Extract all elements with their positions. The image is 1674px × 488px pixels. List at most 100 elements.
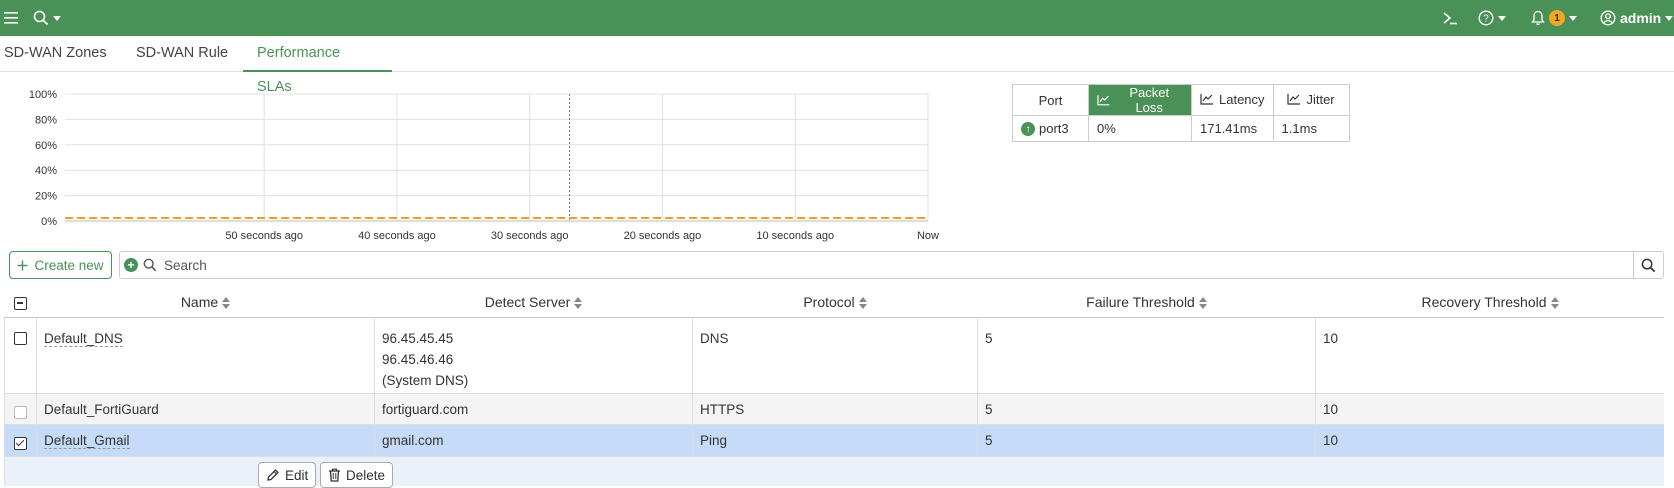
detect-server-cell: fortiguard.com xyxy=(374,392,693,425)
sla-name: Default_FortiGuard xyxy=(44,401,159,417)
tab-sd-wan-rule[interactable]: SD-WAN Rule xyxy=(132,36,232,72)
sort-icon xyxy=(858,297,867,310)
sla-name-link[interactable]: Default_DNS xyxy=(44,330,123,347)
line-chart-icon xyxy=(1097,95,1110,106)
y-tick-label: 40% xyxy=(35,165,57,177)
table-row[interactable]: Default_Gmail gmail.com Ping 5 10 xyxy=(4,423,1664,457)
column-label: Protocol xyxy=(803,293,855,310)
search-button[interactable] xyxy=(1633,251,1664,279)
protocol-cell: HTTPS xyxy=(692,392,978,425)
jitter-label: Jitter xyxy=(1306,91,1335,107)
column-header-failure-threshold[interactable]: Failure Threshold xyxy=(977,287,1316,318)
protocol-cell: DNS xyxy=(692,316,978,394)
table-row[interactable]: Default_FortiGuard fortiguard.com HTTPS … xyxy=(4,392,1664,425)
y-tick-label: 100% xyxy=(29,89,57,101)
column-label: Recovery Threshold xyxy=(1421,293,1547,310)
help-menu-button[interactable]: ? xyxy=(1478,0,1506,36)
sla-summary-table: Port Packet Loss Latency Jitter ↑ port3 0… xyxy=(1012,84,1350,142)
performance-chart: 100% 80% 60% 40% 20% 0% 50 seconds ago 40 secon… xyxy=(29,89,939,242)
sla-row: ↑ port3 0% 171.41ms 1.1ms xyxy=(1012,115,1350,142)
latency-tab[interactable]: Latency xyxy=(1191,84,1274,116)
arrow-up-icon: ↑ xyxy=(1021,122,1035,137)
column-header-protocol[interactable]: Protocol xyxy=(692,287,978,318)
user-menu-button[interactable]: admin xyxy=(1600,0,1674,36)
detect-server-note: (System DNS) xyxy=(382,372,469,388)
pencil-icon xyxy=(267,469,279,481)
x-tick-label: 30 seconds ago xyxy=(491,230,569,242)
y-tick-label: 60% xyxy=(35,140,57,152)
user-circle-icon xyxy=(1600,10,1616,26)
column-label: Name xyxy=(180,293,219,310)
name-cell: Default_Gmail xyxy=(36,423,375,457)
search-menu-button[interactable] xyxy=(33,0,61,36)
packet-loss-tab[interactable]: Packet Loss xyxy=(1088,84,1192,116)
row-select-cell xyxy=(4,392,37,425)
row-actions-bar xyxy=(4,455,1664,486)
row-checkbox[interactable] xyxy=(14,406,27,420)
port-cell: ↑ port3 xyxy=(1012,115,1089,142)
tab-performance-slas[interactable]: Performance SLAs xyxy=(243,36,392,95)
failure-threshold-cell: 5 xyxy=(977,316,1316,394)
table-row[interactable]: Default_DNS 96.45.45.45 96.45.46.46 (Sys… xyxy=(4,316,1664,394)
name-cell: Default_DNS xyxy=(36,316,375,394)
row-checkbox[interactable] xyxy=(14,332,27,346)
tab-bar: SD-WAN Zones SD-WAN Rule Performance SLA… xyxy=(0,36,1674,95)
hamburger-icon xyxy=(4,12,18,24)
top-bar: ? 1 admin xyxy=(0,0,1674,36)
row-select-cell xyxy=(4,316,37,394)
search-input[interactable] xyxy=(162,256,1562,274)
sort-icon xyxy=(574,297,583,310)
select-all-checkbox[interactable] xyxy=(14,296,27,310)
delete-button[interactable]: Delete xyxy=(320,462,394,488)
notification-count-badge: 1 xyxy=(1549,10,1565,26)
port-header: Port xyxy=(1012,84,1089,116)
chevron-down-icon xyxy=(1665,15,1674,21)
menu-button[interactable] xyxy=(4,0,18,36)
row-checkbox[interactable] xyxy=(14,437,27,451)
bell-icon xyxy=(1531,10,1545,26)
create-new-label: Create new xyxy=(34,257,104,273)
search-icon xyxy=(1641,258,1656,272)
edit-button[interactable]: Edit xyxy=(258,462,317,488)
chevron-down-icon xyxy=(1498,15,1506,21)
svg-text:?: ? xyxy=(1483,14,1489,25)
jitter-tab[interactable]: Jitter xyxy=(1272,84,1350,116)
sla-name-link[interactable]: Default_Gmail xyxy=(44,432,130,449)
chevron-down-icon xyxy=(53,15,61,21)
line-chart-icon xyxy=(1200,94,1213,105)
column-label: Detect Server xyxy=(484,293,571,310)
plus-icon xyxy=(17,260,28,270)
packet-loss-value: 0% xyxy=(1088,115,1192,142)
name-cell: Default_FortiGuard xyxy=(36,392,375,425)
column-header-name[interactable]: Name xyxy=(36,287,375,318)
recovery-threshold-cell: 10 xyxy=(1315,316,1664,394)
failure-threshold-cell: 5 xyxy=(977,392,1316,425)
latency-label: Latency xyxy=(1219,91,1265,107)
column-header-detect-server[interactable]: Detect Server xyxy=(374,287,693,318)
tab-sd-wan-zones[interactable]: SD-WAN Zones xyxy=(0,36,111,72)
delete-label: Delete xyxy=(346,467,386,483)
select-all-cell xyxy=(4,287,37,318)
create-new-button[interactable]: Create new xyxy=(9,251,112,279)
cli-console-button[interactable] xyxy=(1442,0,1458,36)
search-icon xyxy=(33,10,49,26)
recovery-threshold-cell: 10 xyxy=(1315,423,1664,457)
jitter-value: 1.1ms xyxy=(1272,115,1350,142)
sort-icon xyxy=(1550,297,1559,310)
port-name: port3 xyxy=(1039,120,1069,136)
column-header-recovery-threshold[interactable]: Recovery Threshold xyxy=(1315,287,1664,318)
search-field: + xyxy=(119,251,1634,279)
x-tick-label: 50 seconds ago xyxy=(225,230,303,242)
detect-server-cell: gmail.com xyxy=(374,423,693,457)
x-tick-label: 20 seconds ago xyxy=(624,230,702,242)
protocol-cell: Ping xyxy=(692,423,978,457)
notifications-button[interactable]: 1 xyxy=(1531,0,1577,36)
y-tick-label: 20% xyxy=(35,191,57,203)
x-tick-label: 40 seconds ago xyxy=(358,230,436,242)
column-label: Failure Threshold xyxy=(1086,293,1195,310)
sort-icon xyxy=(222,297,231,310)
add-filter-icon[interactable]: + xyxy=(124,258,138,272)
sort-icon xyxy=(1198,297,1207,310)
row-actions-cell xyxy=(4,455,1664,486)
help-icon: ? xyxy=(1478,10,1494,26)
